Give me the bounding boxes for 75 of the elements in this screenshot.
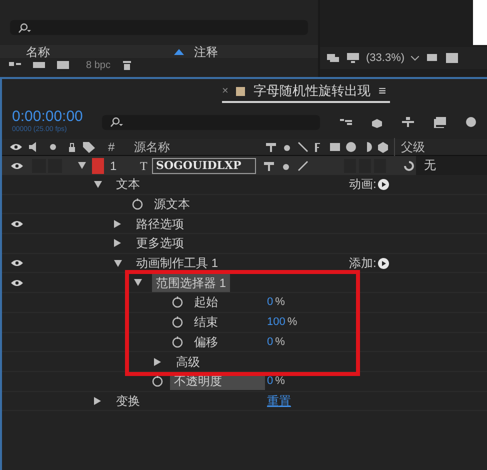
property-label: 结束: [193, 314, 219, 332]
property-value[interactable]: 0: [267, 372, 274, 390]
property-label: 偏移: [193, 334, 219, 351]
stopwatch-icon[interactable]: [172, 296, 183, 308]
property-value[interactable]: 0: [267, 334, 274, 350]
stopwatch-icon[interactable]: [132, 198, 143, 210]
column-header[interactable]: 注释: [194, 42, 218, 60]
column-header[interactable]: 名称: [26, 42, 174, 60]
close-icon[interactable]: ×: [222, 82, 228, 100]
eye-icon[interactable]: [11, 278, 23, 287]
triangle-right-icon[interactable]: [94, 396, 101, 405]
group-label[interactable]: 动画制作工具 1: [132, 254, 222, 272]
parent-dropdown[interactable]: 无: [416, 156, 487, 175]
label-color-swatch[interactable]: [92, 158, 104, 174]
reset-link[interactable]: 重置: [267, 392, 291, 410]
sort-triangle-icon[interactable]: [174, 48, 184, 54]
tab-title: 字母随机性旋转出现: [253, 82, 370, 100]
triangle-down-icon[interactable]: [134, 279, 142, 286]
unit-label: %: [275, 295, 285, 310]
group-label[interactable]: 更多选项: [132, 234, 188, 252]
stopwatch-icon[interactable]: [172, 316, 183, 328]
layer-name-field[interactable]: SOGOUIDLXP: [152, 158, 256, 174]
layer-type-icon: T: [140, 156, 152, 174]
bit-depth-button[interactable]: 8 bpc: [86, 58, 110, 72]
unit-label: %: [275, 374, 285, 389]
triangle-right-icon[interactable]: [114, 220, 121, 228]
eye-icon[interactable]: [10, 143, 22, 151]
property-value[interactable]: 100: [267, 314, 286, 330]
column-header[interactable]: #: [108, 138, 134, 156]
triangle-right-icon[interactable]: [114, 239, 121, 248]
slash-icon[interactable]: [296, 141, 310, 153]
tag-icon[interactable]: [82, 141, 96, 153]
menu-label: 动画:: [349, 176, 376, 194]
composition-color-icon: [236, 86, 246, 96]
stopwatch-icon[interactable]: [172, 336, 183, 348]
search-icon[interactable]: [18, 22, 32, 32]
layer-number: 1: [110, 158, 118, 174]
group-label[interactable]: 范围选择器 1: [152, 274, 230, 292]
triangle-down-icon[interactable]: [94, 180, 102, 188]
eye-icon[interactable]: [11, 162, 23, 170]
unit-label: %: [275, 334, 285, 350]
triangle-down-icon[interactable]: [78, 162, 86, 169]
timecode[interactable]: 0:00:00:00: [12, 108, 102, 125]
group-label[interactable]: 文本: [112, 175, 144, 194]
slash-icon[interactable]: [296, 160, 310, 172]
column-header[interactable]: 源名称: [134, 138, 264, 156]
eye-icon[interactable]: [11, 259, 23, 268]
property-label: 起始: [193, 294, 219, 312]
chevron-down-icon[interactable]: [410, 56, 419, 60]
zoom-dropdown[interactable]: (33.3%): [366, 50, 405, 66]
group-label[interactable]: 高级: [172, 352, 204, 371]
composition-tab[interactable]: × 字母随机性旋转出现 ≡: [222, 81, 390, 103]
group-label[interactable]: 路径选项: [132, 214, 188, 233]
motion-blur-icon[interactable]: [344, 141, 358, 153]
composition-canvas: [473, 0, 487, 45]
unit-label: %: [287, 314, 298, 330]
hierarchy-icon[interactable]: [338, 116, 353, 128]
menu-icon[interactable]: ≡: [378, 81, 386, 101]
layer-row[interactable]: 1 T SOGOUIDLXP 无: [2, 156, 487, 175]
timeline-search-field[interactable]: [102, 114, 320, 130]
monitor-icon[interactable]: [346, 52, 360, 64]
play-circle-icon[interactable]: [378, 178, 390, 190]
group-label[interactable]: 变换: [112, 392, 144, 410]
property-value[interactable]: 0: [267, 294, 274, 311]
eye-icon[interactable]: [11, 220, 23, 228]
frame-blend-icon[interactable]: [328, 141, 342, 153]
play-circle-icon[interactable]: [378, 258, 390, 269]
search-icon[interactable]: [110, 117, 124, 127]
menu-label: 添加:: [349, 255, 376, 272]
stopwatch-icon[interactable]: [152, 375, 163, 388]
property-label: 源文本: [153, 196, 191, 214]
layers-icon[interactable]: [432, 116, 447, 128]
project-search-field[interactable]: [10, 20, 308, 35]
triangle-down-icon[interactable]: [114, 260, 122, 267]
triangle-right-icon[interactable]: [154, 358, 161, 366]
